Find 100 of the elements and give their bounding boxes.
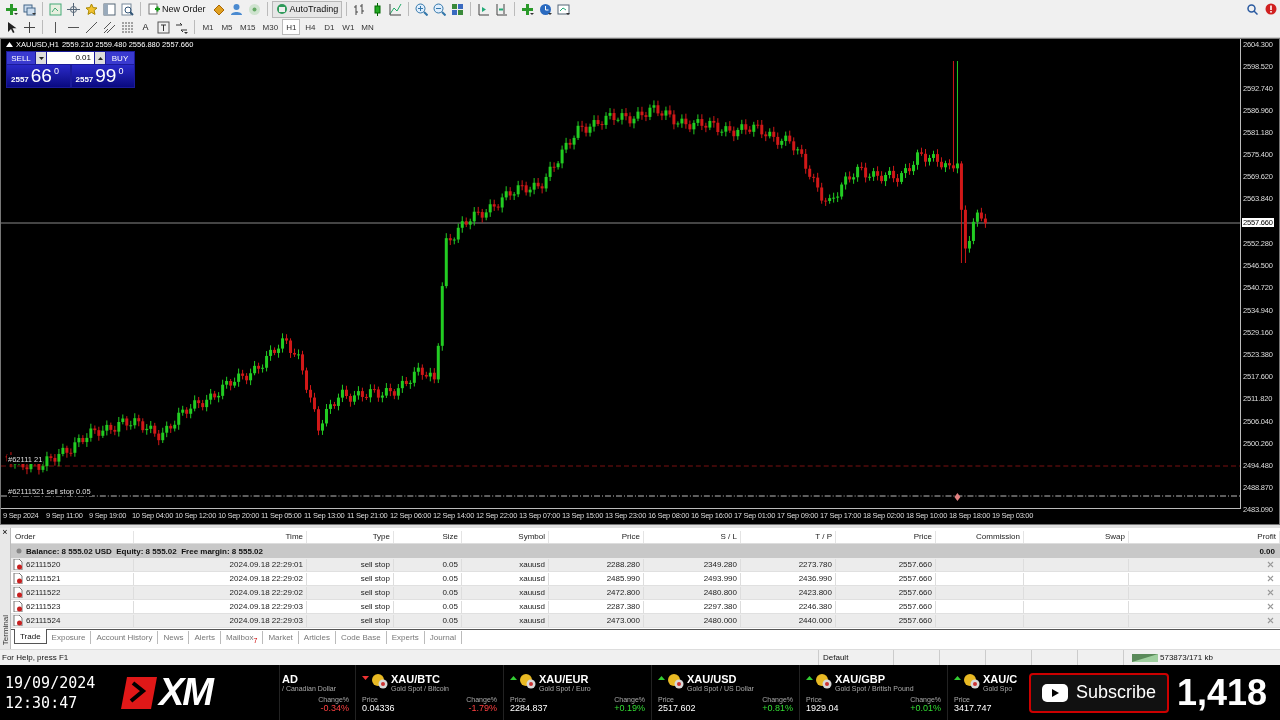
text-tool-button[interactable]: A — [137, 18, 154, 36]
table-cell: 2024.09.18 22:29:02 — [134, 586, 307, 599]
table-cell: 2288.280 — [549, 558, 644, 571]
column-header[interactable]: T / P — [741, 530, 836, 543]
status-help-text: For Help, press F1 — [1, 653, 70, 662]
ticker-price: 2517.602 — [658, 702, 696, 713]
table-cell: 0.05 — [394, 572, 462, 585]
column-header[interactable]: Profit — [1129, 530, 1280, 543]
table-cell: 62111523 — [26, 600, 61, 613]
crosshair-icon[interactable] — [65, 0, 82, 18]
table-cell: xauusd — [462, 572, 549, 585]
column-header[interactable]: Size — [394, 530, 462, 543]
order-icon — [13, 573, 23, 584]
table-cell: xauusd — [462, 586, 549, 599]
timeframe-button[interactable]: M1 — [199, 19, 217, 35]
column-header[interactable]: Time — [134, 530, 307, 543]
close-icon[interactable] — [1267, 561, 1274, 568]
lot-size-field[interactable]: 0.01 — [47, 52, 94, 64]
timeframe-button[interactable]: H1 — [282, 19, 301, 35]
table-cell: 2485.990 — [549, 572, 644, 585]
ticker-symbol: XAU/USD — [687, 672, 738, 685]
column-header[interactable]: Symbol — [462, 530, 549, 543]
ticker-symbol: AD — [282, 672, 299, 685]
close-terminal-button[interactable]: × — [2, 528, 8, 537]
column-header[interactable]: Swap — [1024, 530, 1129, 543]
sell-button[interactable]: SELL — [7, 52, 35, 64]
table-cell: 62111521 — [26, 572, 61, 585]
ticker-price: 2284.837 — [510, 702, 548, 713]
table-cell: xauusd — [462, 600, 549, 613]
close-icon[interactable] — [1267, 575, 1274, 582]
total-profit: 0.00 — [1259, 546, 1275, 556]
timeframe-button[interactable]: M30 — [259, 19, 282, 35]
zoomout-icon[interactable] — [431, 0, 449, 18]
table-cell: sell stop — [307, 572, 394, 585]
order-icon — [13, 587, 23, 598]
column-header[interactable]: Price — [549, 530, 644, 543]
terminal-tab[interactable]: Trade — [14, 629, 47, 644]
ticker-symbol: XAU/BTC — [391, 672, 441, 685]
decrease-lot-button[interactable] — [36, 52, 46, 64]
table-cell: 0.05 — [394, 558, 462, 571]
table-cell: 0.05 — [394, 600, 462, 613]
table-cell: 2493.990 — [644, 572, 741, 585]
table-cell: 2557.660 — [836, 586, 936, 599]
column-header[interactable]: S / L — [644, 530, 741, 543]
caret-up-icon — [97, 56, 103, 60]
table-cell: 2287.380 — [549, 600, 644, 613]
buy-button[interactable]: BUY — [106, 52, 134, 64]
ticker-change: -0.34% — [320, 702, 349, 713]
terminal-tab[interactable]: Code Base — [336, 631, 387, 644]
timeframe-button[interactable]: W1 — [339, 19, 358, 35]
close-icon[interactable] — [1267, 603, 1274, 610]
auto-trading-button[interactable]: AutoTrading — [271, 0, 343, 18]
terminal-tab[interactable]: Exposure — [46, 631, 92, 644]
table-cell: 2480.000 — [644, 614, 741, 627]
close-icon[interactable] — [1267, 589, 1274, 596]
zoomin-icon[interactable] — [413, 0, 431, 18]
ticker-price: 3417.747 — [954, 702, 992, 713]
terminal-tab[interactable]: Journal — [424, 631, 463, 644]
table-cell: 2436.990 — [741, 572, 836, 585]
terminal-tab[interactable]: Account History — [91, 631, 159, 644]
ticker-change: +0.01% — [910, 702, 941, 713]
table-cell: 2423.800 — [741, 586, 836, 599]
table-cell: 2472.800 — [549, 586, 644, 599]
column-header[interactable]: Order — [11, 530, 134, 543]
terminal-tab[interactable]: Alerts — [189, 631, 221, 644]
ticker-change: +0.19% — [614, 702, 645, 713]
terminal-tab[interactable]: Mailbox$_{7}$ — [220, 631, 264, 644]
timeframe-button[interactable]: D1 — [320, 19, 339, 35]
connection-traffic: 573873/171 kb — [1160, 653, 1213, 662]
terminal-tab[interactable]: News — [158, 631, 190, 644]
timeframe-button[interactable]: M15 — [237, 19, 259, 35]
column-header[interactable]: Commission — [936, 530, 1024, 543]
column-header[interactable]: Type — [307, 530, 394, 543]
terminal-tab[interactable]: Market — [263, 631, 299, 644]
table-cell: 2024.09.18 22:29:02 — [134, 572, 307, 585]
timeframe-button[interactable]: H4 — [301, 19, 320, 35]
play-icon — [1041, 683, 1068, 702]
ticker-symbol: XAU/C — [983, 672, 1018, 685]
order-marker-icon — [954, 493, 961, 501]
table-cell: 2557.660 — [836, 572, 936, 585]
terminal-tab[interactable]: Articles — [298, 631, 337, 644]
ticker-price: 1929.04 — [806, 702, 839, 713]
timeframe-button[interactable]: MN — [358, 19, 377, 35]
close-icon[interactable] — [1267, 617, 1274, 624]
table-cell: sell stop — [307, 600, 394, 613]
tlabel-icon[interactable] — [155, 18, 172, 36]
magnifier-icon[interactable] — [119, 0, 136, 18]
table-cell: 2557.660 — [836, 600, 936, 613]
timeframe-button[interactable]: M5 — [218, 19, 236, 35]
ticker-change: -1.79% — [468, 702, 497, 713]
subscribe-button[interactable]: Subscribe — [1029, 672, 1169, 713]
table-cell: 2557.660 — [836, 614, 936, 627]
table-cell: sell stop — [307, 614, 394, 627]
column-header[interactable]: Price — [836, 530, 936, 543]
increase-lot-button[interactable] — [95, 52, 105, 64]
new-order-button[interactable]: New Order — [145, 0, 209, 18]
terminal-tab[interactable]: Experts — [386, 631, 425, 644]
balance-summary: Balance: 8 555.02 USD Equity: 8 555.02 Free margin: 8 555.02 — [26, 546, 264, 556]
table-cell: 2440.000 — [741, 614, 836, 627]
collapse-icon[interactable] — [6, 42, 13, 47]
